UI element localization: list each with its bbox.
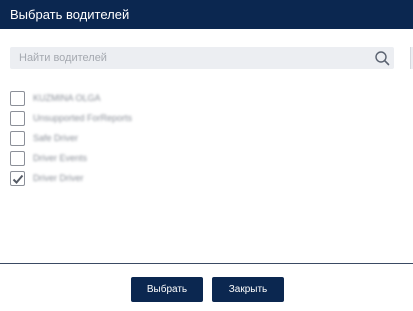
driver-label: Safe Driver [33,133,79,143]
driver-checkbox[interactable] [10,150,25,166]
dialog-title: Выбрать водителей [10,7,130,22]
driver-checkbox-checked[interactable] [10,170,25,186]
driver-label: Unsupported ForReports [33,113,133,123]
driver-item[interactable]: Driver Events [10,148,390,168]
search-icon[interactable] [374,50,390,66]
checkmark-icon [12,174,24,184]
close-button[interactable]: Закрыть [212,277,284,302]
footer-divider [0,263,413,264]
dialog-header: Выбрать водителей [0,0,413,29]
driver-label: Driver Events [33,153,88,163]
search-box [10,47,394,69]
driver-checkbox[interactable] [10,110,25,126]
driver-item[interactable]: Unsupported ForReports [10,108,390,128]
driver-item[interactable]: Driver Driver [10,168,390,188]
driver-list: KUZMINA OLGA Unsupported ForReports Safe… [10,88,390,188]
driver-item[interactable]: KUZMINA OLGA [10,88,390,108]
driver-label: Driver Driver [33,173,84,183]
driver-item[interactable]: Safe Driver [10,128,390,148]
driver-label: KUZMINA OLGA [33,93,101,103]
driver-checkbox[interactable] [10,90,25,106]
driver-checkbox[interactable] [10,130,25,146]
select-button[interactable]: Выбрать [131,277,203,302]
search-input[interactable] [10,47,360,69]
